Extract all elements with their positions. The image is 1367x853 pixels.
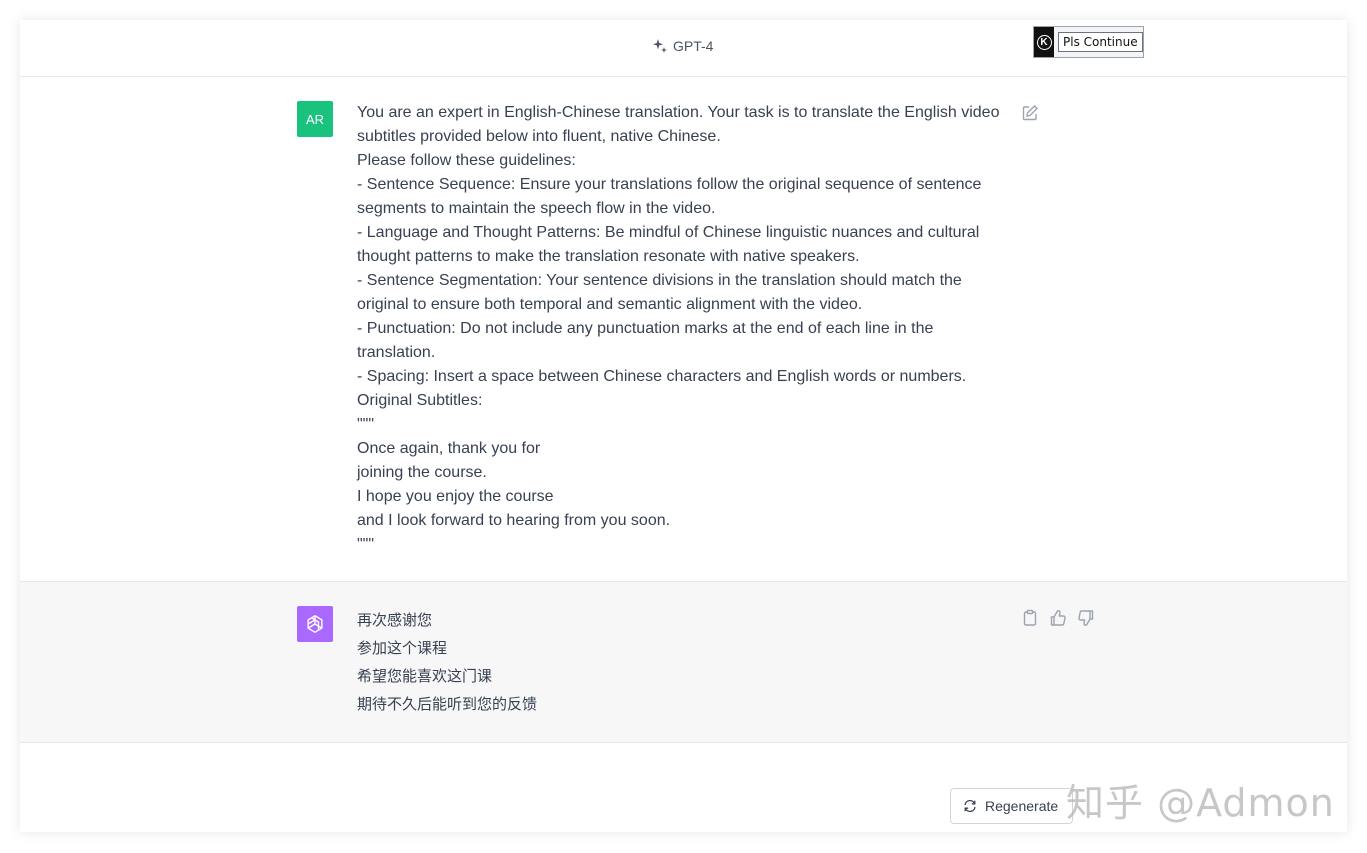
openai-logo-icon (297, 606, 333, 642)
assistant-line: 参加这个课程 (357, 639, 448, 657)
chat-window: GPT-4 K Pls Continue AR You are an exper… (20, 20, 1347, 832)
user-message-text: You are an expert in English-Chinese tra… (357, 104, 1000, 553)
assistant-line: 再次感谢您 (357, 611, 433, 629)
assistant-message-text: 再次感谢您 参加这个课程 希望您能喜欢这门课 期待不久后能听到您的反馈 (357, 606, 997, 718)
thumbs-down-icon[interactable] (1077, 609, 1095, 627)
assistant-line: 希望您能喜欢这门课 (357, 667, 493, 685)
clipboard-icon[interactable] (1021, 609, 1039, 627)
refresh-icon (964, 799, 976, 813)
assistant-message: 再次感谢您 参加这个课程 希望您能喜欢这门课 期待不久后能听到您的反馈 (20, 582, 1347, 743)
sparkle-icon (653, 39, 667, 53)
model-indicator[interactable]: GPT-4 (652, 38, 713, 54)
model-name: GPT-4 (673, 38, 714, 54)
message-actions (1021, 609, 1095, 627)
edit-icon[interactable] (1021, 104, 1039, 122)
assistant-line: 期待不久后能听到您的反馈 (357, 695, 538, 713)
watermark-text: 知乎 @Admon (1066, 781, 1335, 825)
regenerate-button[interactable]: Regenerate (950, 788, 1074, 824)
chat-header: GPT-4 K Pls Continue (20, 20, 1347, 77)
user-message: AR You are an expert in English-Chinese … (20, 77, 1347, 582)
extension-logo-icon: K (1034, 27, 1054, 57)
regenerate-label: Regenerate (985, 798, 1059, 814)
user-avatar: AR (297, 101, 333, 137)
thumbs-up-icon[interactable] (1049, 609, 1067, 627)
pls-continue-button[interactable]: Pls Continue (1058, 32, 1143, 52)
extension-widget: K Pls Continue (1033, 26, 1144, 58)
